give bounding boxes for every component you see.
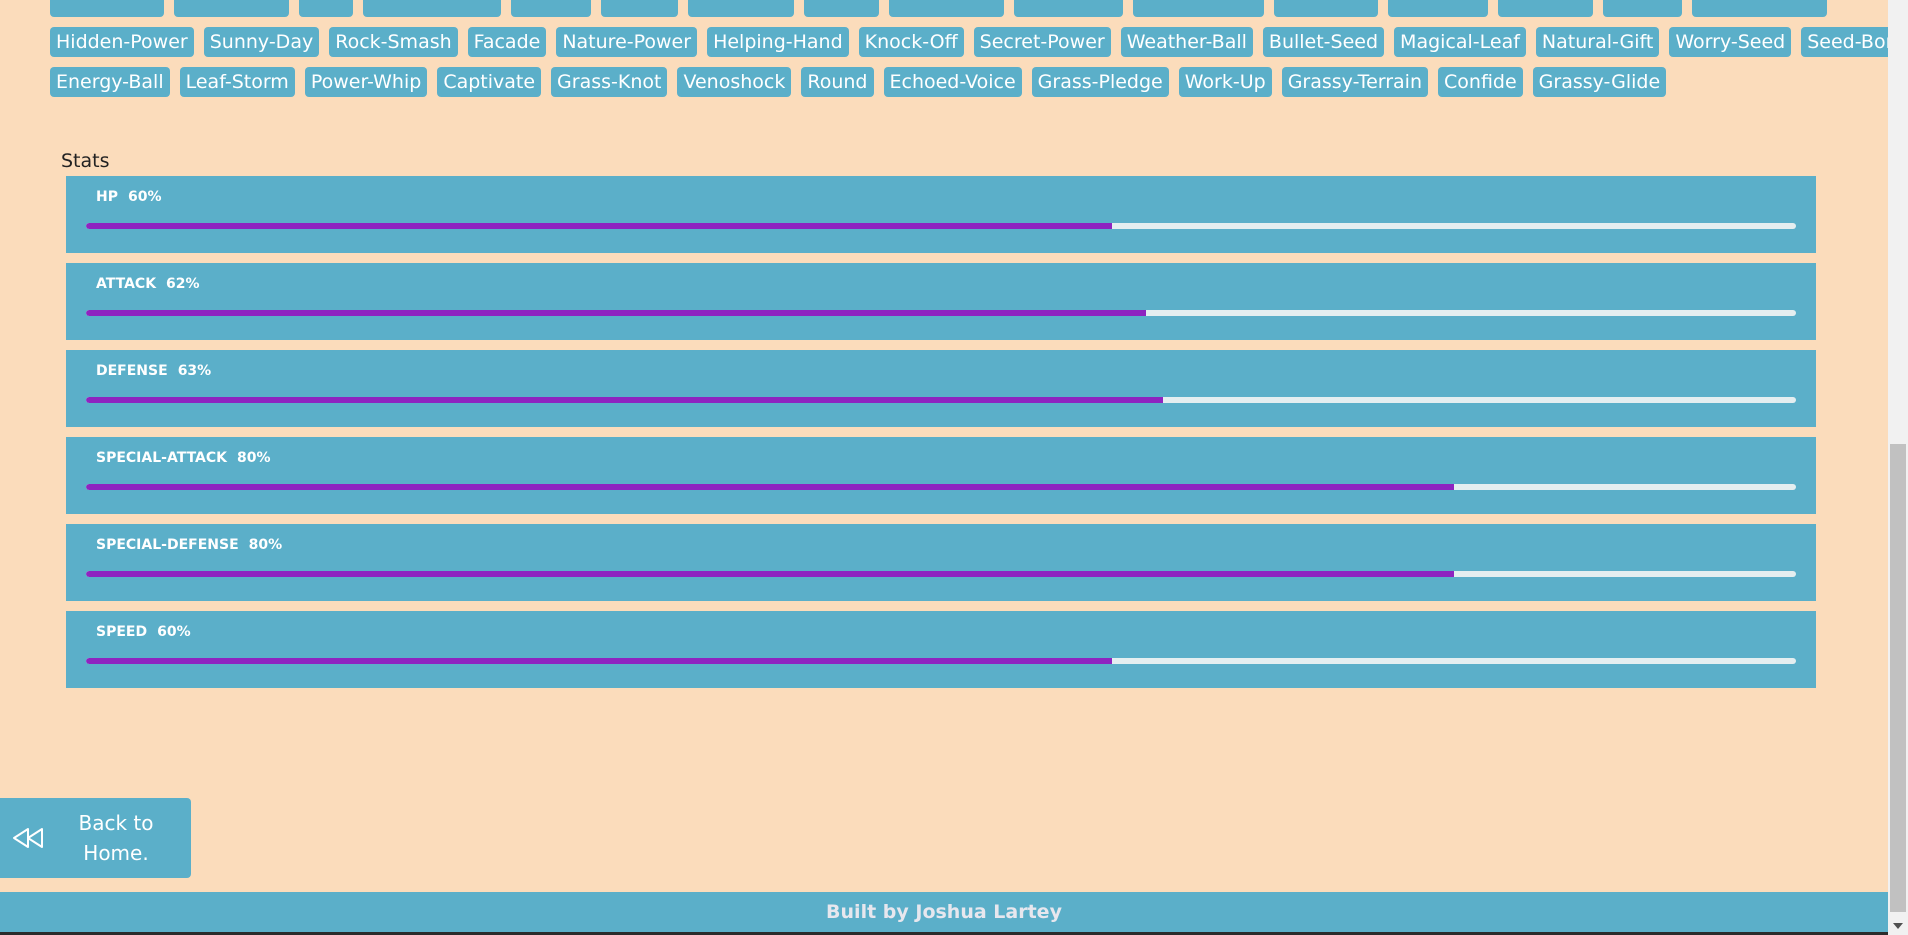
move-tag: Grassy-Glide (1532, 67, 1667, 97)
moves-row-2: Energy-Ball Leaf-Storm Power-Whip Captivate… (50, 62, 1870, 102)
stat-progress-track (86, 310, 1796, 316)
stat-progress-fill (86, 571, 1454, 577)
move-tag: Knock-Off (858, 27, 964, 57)
move-tag: Nature-Power (556, 27, 698, 57)
back-home-label-line1: Back to (78, 811, 154, 835)
move-tag: Sleep-Talk (687, 0, 794, 17)
move-tag: Attract (600, 0, 678, 17)
move-tag: Rock-Smash (329, 27, 458, 57)
move-tag: Round (801, 67, 874, 97)
stat-progress-track (86, 658, 1796, 664)
stat-name: DEFENSE (96, 363, 168, 379)
move-tag: Helping-Hand (707, 27, 849, 57)
stat-label: SPECIAL-DEFENSE 80% (96, 537, 282, 553)
move-tag: Mud-Slap (1387, 0, 1488, 17)
stat-percent: 80% (237, 450, 271, 466)
move-tag: Venoshock (677, 67, 792, 97)
move-tag: Safeguard (1013, 0, 1123, 17)
moves-row-1: Hidden-Power Sunny-Day Rock-Smash Facade Nat… (50, 22, 1888, 62)
stat-card-special-attack: SPECIAL-ATTACK 80% (66, 437, 1816, 514)
stat-label: ATTACK 62% (96, 276, 200, 292)
stat-percent: 60% (157, 624, 191, 640)
move-tag: Secret-Power (973, 27, 1111, 57)
stat-percent: 63% (177, 363, 212, 379)
stat-progress-fill (86, 658, 1112, 664)
move-tag: Grassy-Terrain (1281, 67, 1429, 97)
move-tag: Grass-Pledge (1031, 67, 1169, 97)
move-tag: Synthesis (1273, 0, 1378, 17)
back-home-label: Back to Home. (51, 808, 181, 868)
move-tag: Magical-Leaf (1394, 27, 1526, 57)
move-tag: Body-Slam (50, 0, 164, 17)
stat-card-attack: ATTACK 62% (66, 263, 1816, 340)
move-tag: Leaf-Storm (179, 67, 295, 97)
scrollbar-thumb[interactable] (1890, 444, 1906, 912)
move-tag: Sunny-Day (203, 27, 320, 57)
move-tag: Bullet-Seed (1262, 27, 1385, 57)
stat-name: ATTACK (96, 276, 157, 292)
move-tag: Natural-Gift (1535, 27, 1660, 57)
move-tag: Captivate (437, 67, 542, 97)
stat-card-hp: HP 60% (66, 176, 1816, 253)
stat-card-special-defense: SPECIAL-DEFENSE 80% (66, 524, 1816, 601)
page: Body-Slam Sunny-Day Rest Sludge-Bomb Protect… (0, 0, 1888, 935)
move-tag: Seed-Bomb (1801, 27, 1888, 57)
stat-percent: 60% (127, 189, 162, 205)
stat-label: SPEED 60% (96, 624, 191, 640)
stat-name: HP (96, 189, 118, 205)
stat-label: HP 60% (96, 189, 162, 205)
stat-card-defense: DEFENSE 63% (66, 350, 1816, 427)
moves-list: Body-Slam Sunny-Day Rest Sludge-Bomb Protect… (50, 0, 1888, 102)
move-tag: Echoed-Voice (883, 67, 1022, 97)
move-tag: Endure (1602, 0, 1683, 17)
move-tag: Protect (511, 0, 591, 17)
move-tag: Swagger (1497, 0, 1593, 17)
stat-progress-fill (86, 397, 1164, 403)
scroll-down-arrow-icon[interactable] (1893, 923, 1903, 929)
move-tag: Work-Up (1178, 67, 1272, 97)
stat-card-speed: SPEED 60% (66, 611, 1816, 688)
move-tag: Frustration (888, 0, 1004, 17)
move-tag: Return (803, 0, 879, 17)
move-tag: Double-Team (1692, 0, 1827, 17)
rewind-icon (12, 826, 46, 850)
footer-credit: Built by Joshua Lartey (826, 901, 1062, 923)
vertical-scrollbar[interactable] (1888, 0, 1908, 935)
stat-progress-fill (86, 484, 1454, 490)
stat-progress-track (86, 484, 1796, 490)
move-tag: Sweet-Scent (1132, 0, 1264, 17)
stat-name: SPEED (96, 624, 148, 640)
stat-progress-track (86, 397, 1796, 403)
stat-progress-track (86, 223, 1796, 229)
moves-row-partial: Body-Slam Sunny-Day Rest Sludge-Bomb Protect… (50, 0, 1870, 22)
move-tag: Facade (467, 27, 547, 57)
stat-label: SPECIAL-ATTACK 80% (96, 450, 271, 466)
stat-progress-fill (86, 223, 1112, 229)
stats-heading: Stats (61, 150, 110, 172)
stat-percent: 62% (166, 276, 200, 292)
back-home-label-line2: Home. (83, 841, 149, 865)
move-tag: Rest (299, 0, 353, 17)
move-tag: Worry-Seed (1669, 27, 1792, 57)
move-tag: Power-Whip (304, 67, 428, 97)
stat-label: DEFENSE 63% (96, 363, 211, 379)
stat-progress-track (86, 571, 1796, 577)
move-tag: Energy-Ball (50, 67, 170, 97)
stat-name: SPECIAL-DEFENSE (96, 537, 239, 553)
move-tag: Grass-Knot (551, 67, 668, 97)
stat-name: SPECIAL-ATTACK (96, 450, 227, 466)
move-tag: Confide (1438, 67, 1523, 97)
back-home-button[interactable]: Back to Home. (0, 798, 191, 878)
move-tag: Sludge-Bomb (362, 0, 502, 17)
stat-progress-fill (86, 310, 1147, 316)
move-tag: Hidden-Power (50, 27, 194, 57)
move-tag: Sunny-Day (173, 0, 290, 17)
stat-percent: 80% (248, 537, 283, 553)
stats-list: HP 60% ATTACK 62% DEFENSE 63% SPECIAL-ATTACK 80… (66, 176, 1816, 698)
move-tag: Weather-Ball (1120, 27, 1253, 57)
footer: Built by Joshua Lartey (0, 892, 1888, 932)
